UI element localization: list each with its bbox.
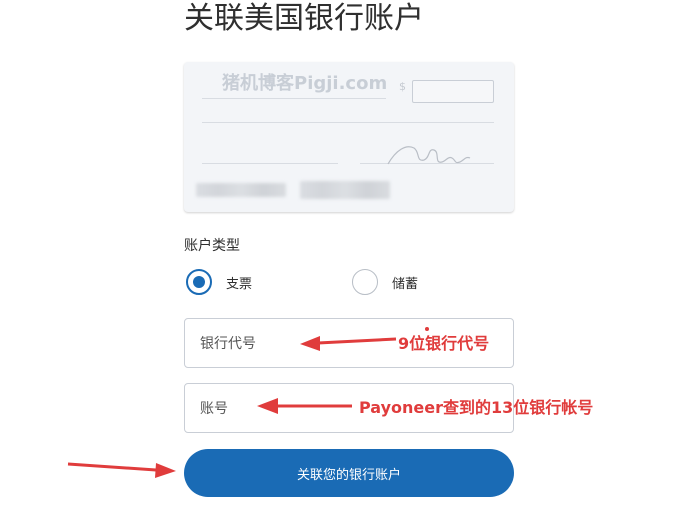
account-annotation: Payoneer查到的13位银行帐号	[359, 398, 594, 417]
radio-checking-circle[interactable]	[186, 269, 212, 295]
signature-icon	[387, 146, 471, 165]
account-number-blur	[300, 181, 390, 199]
arrow-to-submit-icon	[67, 462, 176, 478]
radio-savings[interactable]: 储蓄	[352, 267, 418, 297]
dollar-sign: $	[399, 80, 406, 93]
routing-number-blur	[196, 183, 286, 197]
account-number-placeholder: 账号	[200, 401, 228, 417]
radio-savings-circle[interactable]	[352, 269, 378, 295]
check-payee-line	[202, 98, 386, 99]
radio-checking-label: 支票	[226, 276, 253, 292]
check-amount-box	[412, 80, 494, 103]
radio-checking[interactable]: 支票	[186, 267, 252, 297]
link-bank-account-button[interactable]: 关联您的银行账户	[184, 449, 514, 497]
radio-savings-label: 储蓄	[392, 276, 419, 292]
routing-annotation: 9位银行代号	[398, 334, 490, 353]
routing-number-placeholder: 银行代号	[200, 336, 256, 352]
account-type-label: 账户类型	[184, 238, 240, 254]
check-amount-words-line	[202, 122, 494, 123]
check-memo-line	[202, 163, 338, 164]
check-preview-card: 猪机博客Pigji.com $	[184, 62, 514, 212]
watermark-text: 猪机博客Pigji.com	[222, 73, 388, 94]
radio-selected-dot	[193, 276, 205, 288]
page-title: 关联美国银行账户	[184, 1, 424, 36]
